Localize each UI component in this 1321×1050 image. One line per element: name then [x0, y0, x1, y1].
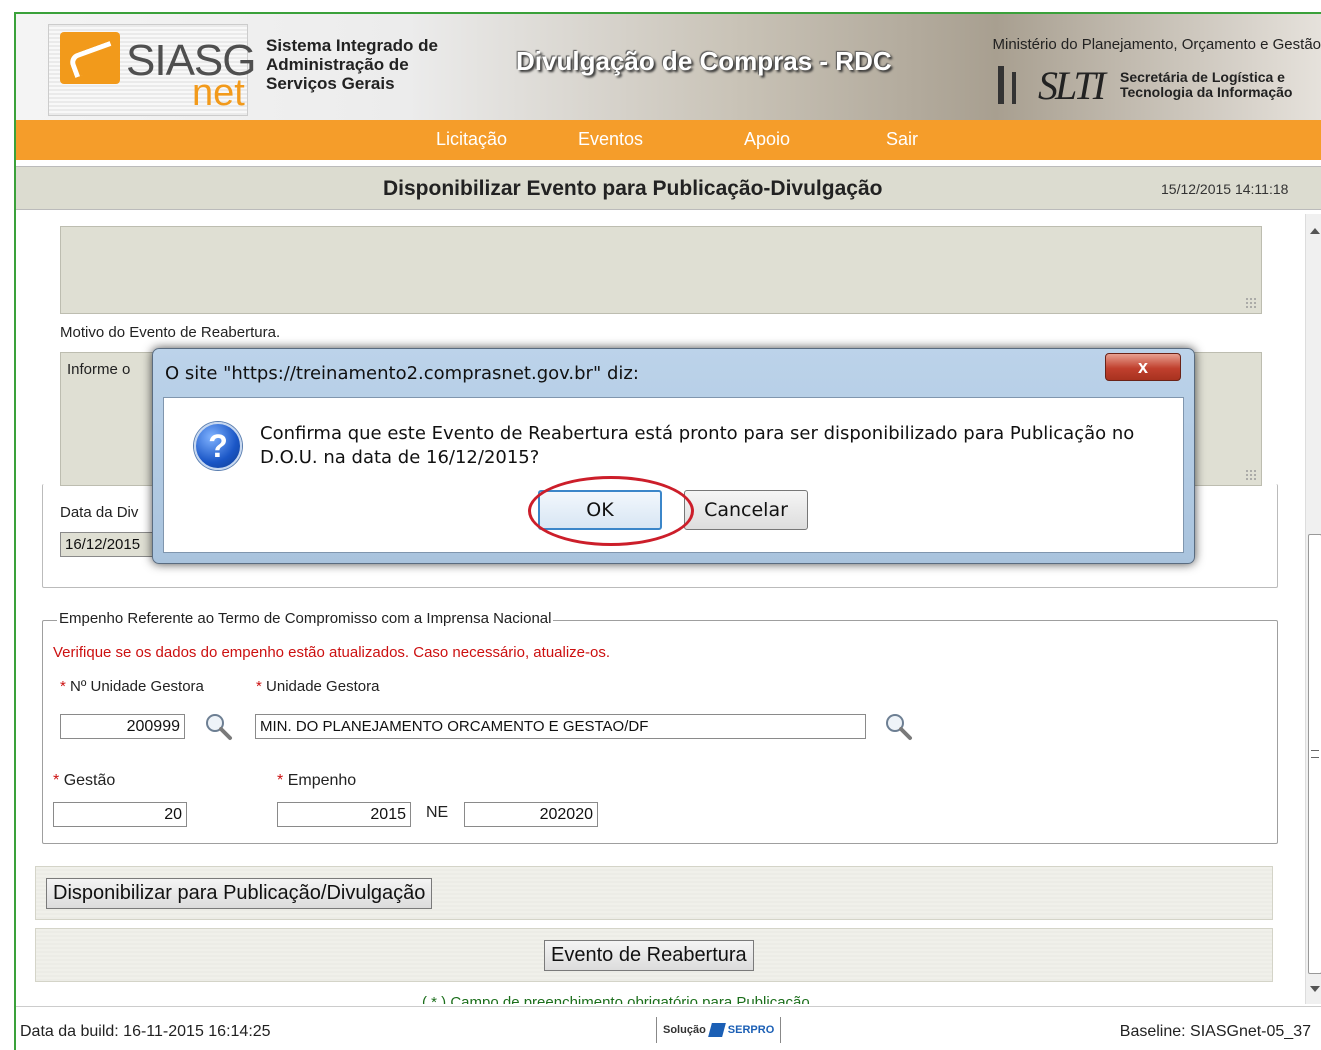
serpro-logo: Solução SERPRO: [656, 1017, 782, 1043]
confirm-dialog: O site "https://treinamento2.comprasnet.…: [152, 348, 1195, 564]
previous-textarea[interactable]: [60, 226, 1262, 314]
evento-reabertura-button[interactable]: Evento de Reabertura: [544, 940, 754, 971]
motivo-label: Motivo do Evento de Reabertura.: [60, 324, 281, 341]
site-header: SIASG net Sistema Integrado de Administr…: [16, 14, 1321, 120]
ug-number-input[interactable]: 200999: [60, 714, 185, 739]
nav-eventos[interactable]: Eventos: [578, 129, 643, 150]
scroll-thumb[interactable]: [1308, 534, 1321, 974]
dialog-title: O site "https://treinamento2.comprasnet.…: [165, 363, 639, 384]
nav-apoio[interactable]: Apoio: [744, 129, 790, 150]
dialog-message: Confirma que este Evento de Reabertura e…: [260, 423, 1135, 468]
ne-label: NE: [426, 804, 449, 821]
resize-grip-icon[interactable]: [1245, 297, 1257, 309]
vertical-scrollbar[interactable]: [1305, 214, 1321, 1004]
main-nav: Licitação Eventos Apoio Sair: [16, 120, 1321, 160]
baseline-version: Baseline: SIASGnet-05_37: [1119, 1023, 1311, 1040]
system-name: Sistema Integrado de Administração de Se…: [266, 36, 438, 93]
current-datetime: 15/12/2015 14:11:18: [1161, 181, 1289, 197]
gestao-label: * Gestão: [53, 772, 116, 789]
ug-number-label: * Nº Unidade Gestora: [60, 678, 204, 695]
required-note: ( * ) Campo de preenchimento obrigatório…: [422, 994, 814, 1004]
empenho-year-input[interactable]: 2015: [277, 802, 411, 827]
scroll-down-arrow-icon[interactable]: [1310, 986, 1320, 992]
page-titlebar: Disponibilizar Evento para Publicação-Di…: [16, 166, 1321, 210]
search-ug-name-icon[interactable]: [882, 710, 914, 742]
search-ug-number-icon[interactable]: [202, 710, 234, 742]
site-footer: Data da build: 16-11-2015 16:14:25 Soluç…: [16, 1006, 1321, 1050]
serpro-logo-icon: [707, 1023, 726, 1037]
logo-net-text: net: [192, 72, 245, 114]
ok-button[interactable]: OK: [538, 490, 662, 530]
question-icon: ?: [194, 422, 242, 470]
slti-logo-icon: [998, 66, 1028, 104]
resize-grip-icon[interactable]: [1245, 469, 1257, 481]
slti-description: Secretária de Logística e Tecnologia da …: [1120, 69, 1293, 100]
form-content: Motivo do Evento de Reabertura. Informe …: [16, 214, 1321, 1004]
scroll-up-arrow-icon[interactable]: [1310, 228, 1320, 234]
empenho-legend: Empenho Referente ao Termo de Compromiss…: [57, 610, 554, 627]
empenho-label: * Empenho: [277, 772, 357, 789]
scroll-grip-icon: [1311, 750, 1319, 758]
ug-label: * Unidade Gestora: [256, 678, 380, 695]
nav-sair[interactable]: Sair: [886, 129, 918, 150]
slti-logo-text: SLTI: [1038, 63, 1106, 108]
serpro-label: SERPRO: [727, 1024, 775, 1036]
dialog-body: ? Confirma que este Evento de Reabertura…: [163, 397, 1184, 553]
empenho-number-input[interactable]: 202020: [464, 802, 598, 827]
build-date: Data da build: 16-11-2015 16:14:25: [20, 1023, 271, 1040]
ministry-name: Ministério do Planejamento, Orçamento e …: [992, 36, 1321, 53]
empenho-warning: Verifique se os dados do empenho estão a…: [53, 644, 611, 661]
ug-name-input[interactable]: MIN. DO PLANEJAMENTO ORCAMENTO E GESTAO/…: [255, 714, 866, 739]
siasg-logo-icon: [60, 32, 120, 84]
motivo-placeholder: Informe o: [67, 361, 131, 378]
app-title: Divulgação de Compras - RDC: [516, 46, 892, 76]
disponibilizar-button[interactable]: Disponibilizar para Publicação/Divulgaçã…: [46, 878, 433, 909]
nav-licitacao[interactable]: Licitação: [436, 129, 507, 150]
page-title: Disponibilizar Evento para Publicação-Di…: [383, 177, 883, 200]
dialog-close-button[interactable]: x: [1105, 353, 1181, 381]
gestao-input[interactable]: 20: [53, 802, 187, 827]
cancel-button[interactable]: Cancelar: [684, 490, 808, 530]
solucao-label: Solução: [663, 1024, 706, 1036]
